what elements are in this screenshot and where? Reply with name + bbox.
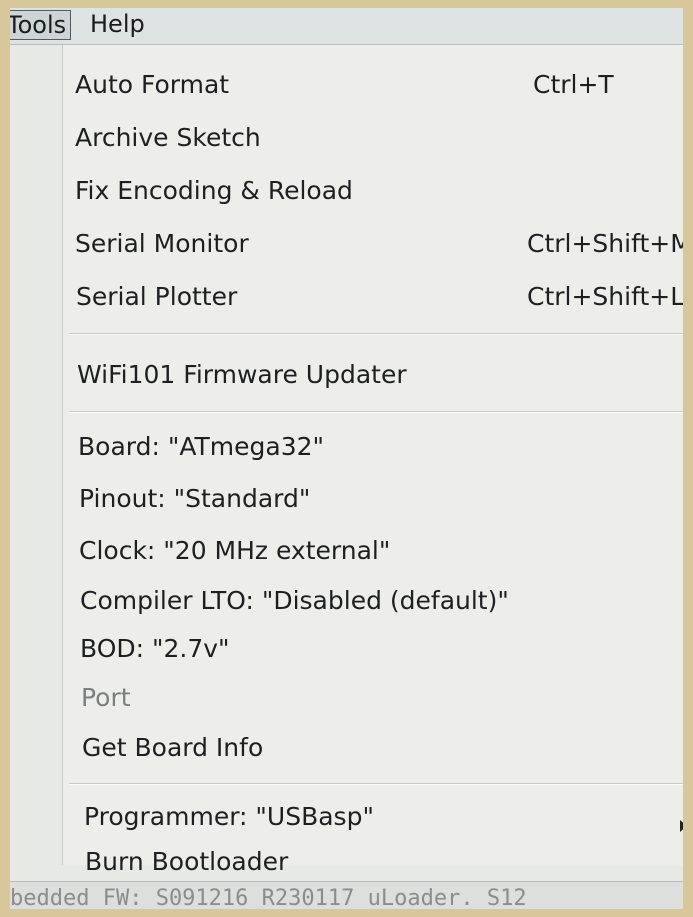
- menu-item-label: Clock: "20 MHz external": [79, 536, 391, 565]
- menu-item-fix-encoding[interactable]: Fix Encoding & Reload: [75, 171, 683, 211]
- menu-separator: [69, 411, 683, 413]
- menu-separator: [69, 333, 683, 335]
- menu-bar: Tools Help: [10, 8, 683, 45]
- menu-item-compiler-lto[interactable]: Compiler LTO: "Disabled (default)": [80, 581, 683, 621]
- shortcut-label: Ctrl+Shift+L: [527, 282, 683, 311]
- menu-item-label: Port: [81, 683, 131, 712]
- menu-item-wifi-updater[interactable]: WiFi101 Firmware Updater: [77, 355, 683, 395]
- menu-item-board[interactable]: Board: "ATmega32": [78, 427, 683, 467]
- menu-separator: [69, 783, 683, 785]
- menu-item-label: Burn Bootloader: [85, 847, 289, 876]
- menu-help[interactable]: Help: [90, 10, 145, 38]
- menu-item-bod[interactable]: BOD: "2.7v": [80, 629, 683, 669]
- menu-item-label: WiFi101 Firmware Updater: [77, 360, 407, 389]
- menu-item-label: Pinout: "Standard": [79, 484, 311, 513]
- menu-item-serial-plotter[interactable]: Serial Plotter Ctrl+Shift+L: [76, 277, 683, 317]
- console-output: bedded FW: S091216 R230117 uLoader. S12: [10, 881, 683, 909]
- menu-item-auto-format[interactable]: Auto Format Ctrl+T: [75, 65, 683, 105]
- submenu-arrow-icon: [680, 820, 683, 832]
- menu-item-get-board-info[interactable]: Get Board Info: [82, 728, 683, 768]
- screen: Tools Help Auto Format Ctrl+T Archive Sk…: [10, 8, 683, 909]
- menu-item-archive-sketch[interactable]: Archive Sketch: [75, 118, 683, 158]
- menu-item-label: Fix Encoding & Reload: [75, 176, 353, 205]
- menu-item-burn-bootloader[interactable]: Burn Bootloader: [85, 842, 683, 882]
- menu-item-label: Board: "ATmega32": [78, 432, 325, 461]
- menu-item-label: Auto Format: [75, 70, 230, 99]
- menu-item-label: Programmer: "USBasp": [84, 802, 374, 831]
- shortcut-label: Ctrl+Shift+M: [527, 229, 683, 258]
- menu-item-port: Port: [81, 678, 683, 718]
- menu-item-label: Serial Monitor: [75, 229, 249, 258]
- menu-item-label: BOD: "2.7v": [80, 634, 230, 663]
- menu-item-label: Serial Plotter: [76, 282, 238, 311]
- menu-item-clock[interactable]: Clock: "20 MHz external": [79, 531, 683, 571]
- menu-item-serial-monitor[interactable]: Serial Monitor Ctrl+Shift+M: [75, 224, 683, 264]
- menu-item-pinout[interactable]: Pinout: "Standard": [79, 479, 683, 519]
- shortcut-label: Ctrl+T: [533, 70, 614, 99]
- console-text: bedded FW: S091216 R230117 uLoader. S12: [10, 886, 527, 909]
- menu-item-label: Compiler LTO: "Disabled (default)": [80, 586, 509, 615]
- tools-dropdown: Auto Format Ctrl+T Archive Sketch Fix En…: [62, 45, 683, 876]
- menu-item-label: Get Board Info: [82, 733, 264, 762]
- menu-item-label: Archive Sketch: [75, 123, 261, 152]
- menu-tools[interactable]: Tools: [10, 10, 72, 40]
- menu-item-programmer[interactable]: Programmer: "USBasp": [84, 797, 683, 837]
